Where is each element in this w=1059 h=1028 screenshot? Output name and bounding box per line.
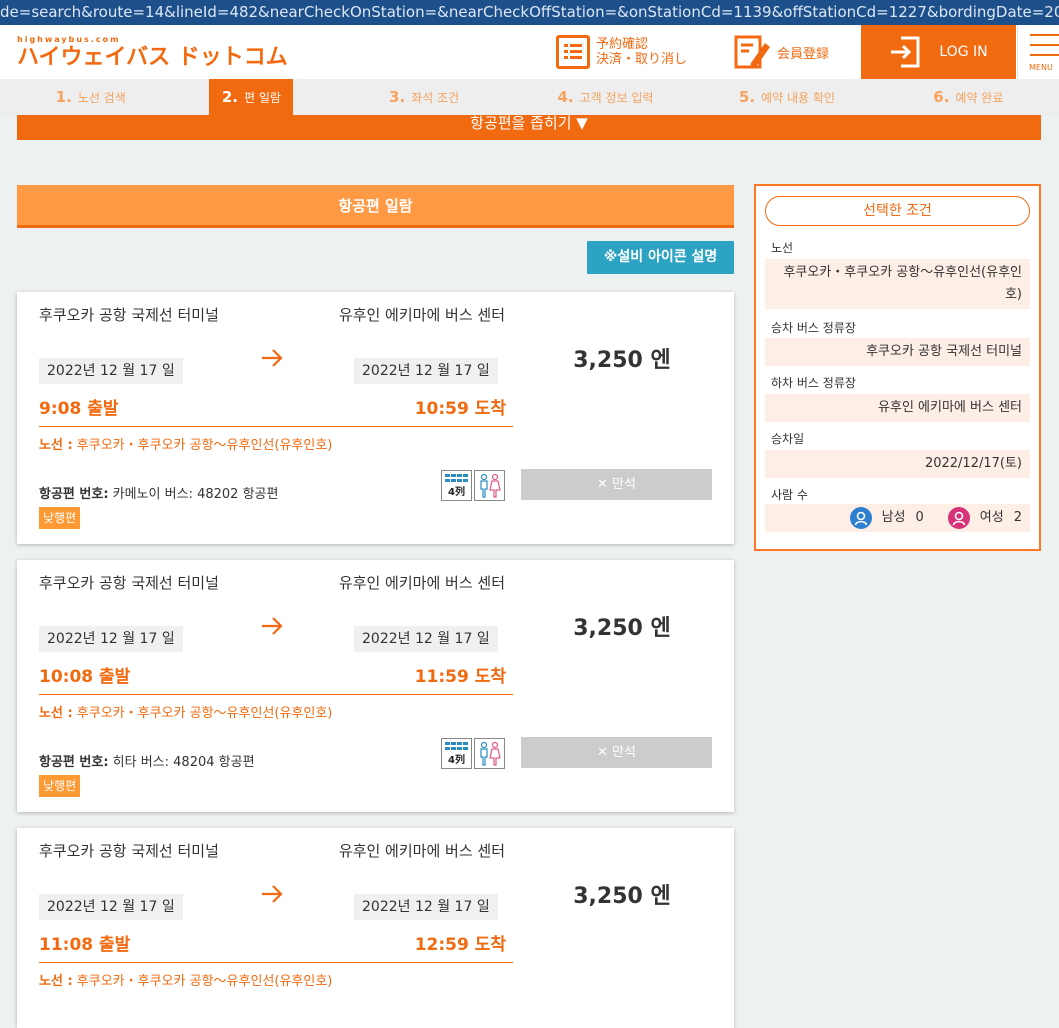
- boarding-date-label: 승차일: [771, 432, 805, 446]
- flight-list-heading: 항공편 일람: [17, 185, 734, 228]
- menu-label: MENU: [1029, 63, 1053, 72]
- selected-conditions-panel: 선택한 조건 노선 후쿠오카・후쿠오카 공항～유후인선(유후인호) 승차 버스 …: [754, 184, 1041, 551]
- arrival-time: 12:59 도착: [414, 935, 506, 955]
- departure-date: 2022년 12 월 17 일: [39, 358, 183, 384]
- arrow-right-icon: [262, 349, 283, 367]
- fare-price: 3,250 엔: [573, 348, 671, 373]
- reservation-label-1: 予約確認: [596, 37, 649, 52]
- alighting-stop-label: 하차 버스 정류장: [771, 376, 856, 390]
- departure-date: 2022년 12 월 17 일: [39, 626, 183, 652]
- facility-legend-button[interactable]: ※설비 아이콘 설명: [587, 241, 734, 274]
- arrival-date: 2022년 12 월 17 일: [354, 894, 498, 920]
- daytime-badge: 낮행편: [39, 507, 81, 529]
- arrival-date: 2022년 12 월 17 일: [354, 626, 498, 652]
- edit-icon: [734, 35, 770, 69]
- seat-4-row-icon: 4列: [441, 470, 472, 501]
- address-bar[interactable]: de=search&route=14&lineId=482&nearCheckO…: [0, 0, 1059, 25]
- arrival-time: 11:59 도착: [414, 667, 506, 687]
- member-label: 会員登録: [777, 46, 830, 62]
- divider: [39, 426, 513, 427]
- alighting-stop-value: 유후인 에키마에 버스 센터: [765, 394, 1030, 422]
- seat-4-row-icon: 4列: [441, 738, 472, 769]
- departure-time: 9:08 출발: [39, 399, 119, 419]
- site-logo[interactable]: highwaybus.com ハイウェイバス ドットコム: [17, 35, 288, 71]
- route-label: 노선: [771, 241, 794, 255]
- login-icon: [891, 36, 920, 68]
- member-register-link[interactable]: 会員登録: [733, 25, 829, 79]
- reservation-check-link[interactable]: 予約確認 決済・取り消し: [556, 25, 687, 79]
- step-4: 4. 고객 정보 입력: [557, 88, 654, 106]
- origin-stop: 후쿠오카 공항 국제선 터미널: [39, 842, 219, 860]
- male-count: 0: [915, 510, 924, 525]
- female-icon: [947, 507, 970, 529]
- logo-domain: highwaybus.com: [17, 35, 121, 44]
- female-count: 2: [1013, 510, 1022, 525]
- list-icon: [556, 35, 590, 69]
- menu-button[interactable]: MENU: [1017, 25, 1059, 79]
- step-3: 3. 좌석 조건: [389, 88, 460, 106]
- passenger-count-label: 사람 수: [771, 488, 808, 502]
- bus-card: 후쿠오카 공항 국제선 터미널 유후인 에키마에 버스 센터 2022년 12 …: [17, 292, 734, 544]
- restroom-icon: [474, 470, 505, 501]
- bus-card: 후쿠오카 공항 국제선 터미널 유후인 에키마에 버스 센터 2022년 12 …: [17, 560, 734, 812]
- boarding-stop-label: 승차 버스 정류장: [771, 321, 856, 335]
- boarding-date-value: 2022/12/17(토): [765, 450, 1030, 478]
- selected-conditions-title: 선택한 조건: [765, 196, 1030, 226]
- divider: [39, 962, 513, 963]
- bus-card: 후쿠오카 공항 국제선 터미널 유후인 에키마에 버스 센터 2022년 12 …: [17, 828, 734, 1028]
- reservation-label-2: 決済・取り消し: [596, 52, 688, 67]
- fare-price: 3,250 엔: [573, 616, 671, 641]
- boarding-stop-value: 후쿠오카 공항 국제선 터미널: [765, 338, 1030, 366]
- route-info: 노선 : 후쿠오카・후쿠오카 공항～유후인선(유후인호): [39, 974, 333, 989]
- sold-out-button[interactable]: ✕ 만석: [521, 469, 712, 500]
- step-2: 2. 편 일람: [209, 79, 294, 115]
- facility-icons: 4列: [441, 738, 505, 769]
- male-icon: [849, 507, 872, 529]
- departure-time: 11:08 출발: [39, 935, 131, 955]
- destination-stop: 유후인 에키마에 버스 센터: [338, 842, 505, 860]
- route-value: 후쿠오카・후쿠오카 공항～유후인선(유후인호): [765, 259, 1030, 309]
- male-label: 남성: [881, 510, 906, 525]
- hamburger-icon: [1030, 34, 1059, 36]
- route-info: 노선 : 후쿠오카・후쿠오카 공항～유후인선(유후인호): [39, 438, 333, 453]
- arrival-date: 2022년 12 월 17 일: [354, 358, 498, 384]
- daytime-badge: 낮행편: [39, 775, 81, 797]
- site-header: highwaybus.com ハイウェイバス ドットコム 予約確認 決済・取り消…: [0, 25, 1059, 79]
- origin-stop: 후쿠오카 공항 국제선 터미널: [39, 306, 219, 324]
- passenger-counts: 남성 0 여성 2: [765, 504, 1030, 532]
- narrow-results-button[interactable]: 항공편을 좁히기 ▼: [17, 115, 1041, 140]
- destination-stop: 유후인 에키마에 버스 센터: [338, 574, 505, 592]
- destination-stop: 유후인 에키마에 버스 센터: [338, 306, 505, 324]
- route-info: 노선 : 후쿠오카・후쿠오카 공항～유후인선(유후인호): [39, 706, 333, 721]
- seat-layout-label: 4列: [448, 753, 465, 766]
- departure-time: 10:08 출발: [39, 667, 131, 687]
- service-number: 항공편 번호: 카메노이 버스: 48202 항공편: [39, 487, 279, 502]
- login-button[interactable]: LOG IN: [861, 25, 1016, 79]
- restroom-icon: [474, 738, 505, 769]
- progress-steps: 1. 노선 검색 2. 편 일람 3. 좌석 조건 4. 고객 정보 입력 5. 예약 내…: [0, 79, 1059, 115]
- facility-icons: 4列: [441, 470, 505, 501]
- arrow-right-icon: [262, 617, 283, 635]
- divider: [39, 694, 513, 695]
- fare-price: 3,250 엔: [573, 884, 671, 909]
- arrival-time: 10:59 도착: [414, 399, 506, 419]
- arrow-right-icon: [262, 885, 283, 903]
- sold-out-button[interactable]: ✕ 만석: [521, 737, 712, 768]
- departure-date: 2022년 12 월 17 일: [39, 894, 183, 920]
- login-label: LOG IN: [939, 44, 988, 60]
- step-1: 1. 노선 검색: [55, 88, 126, 106]
- origin-stop: 후쿠오카 공항 국제선 터미널: [39, 574, 219, 592]
- logo-text: ハイウェイバス ドットコム: [17, 45, 288, 70]
- step-5: 5. 예약 내용 확인: [738, 88, 835, 106]
- service-number: 항공편 번호: 히타 버스: 48204 항공편: [39, 755, 255, 770]
- step-6: 6. 예약 완료: [933, 88, 1004, 106]
- seat-layout-label: 4列: [448, 485, 465, 498]
- female-label: 여성: [979, 510, 1004, 525]
